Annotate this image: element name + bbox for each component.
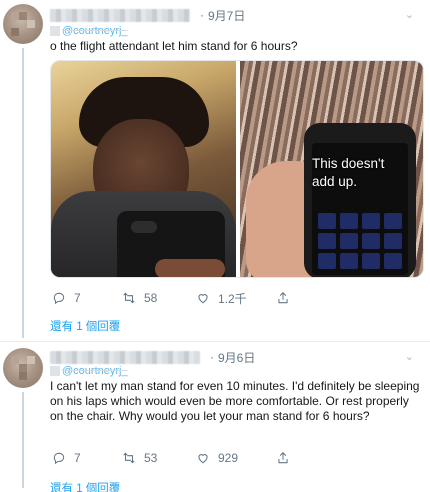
like-button[interactable]: 1.2千 — [196, 290, 247, 307]
photo-phone-camera — [131, 221, 157, 233]
calc-key — [318, 233, 336, 249]
chevron-down-icon[interactable]: ⌄ — [405, 8, 414, 21]
reply-count: 7 — [74, 451, 81, 465]
like-button[interactable]: 929 — [196, 451, 238, 465]
retweet-icon — [123, 452, 135, 464]
reply-count: 7 — [74, 291, 81, 305]
blurred-handle-prefix — [50, 26, 60, 36]
avatar[interactable] — [3, 4, 43, 44]
blurred-handle-prefix — [50, 366, 60, 376]
retweet-button[interactable]: 53 — [122, 451, 157, 465]
tweet-date[interactable]: 9月7日 — [208, 7, 245, 24]
tweet[interactable]: · 9月7日 ⌄ @courtneyrj_ o the flight atten… — [0, 0, 430, 342]
chevron-down-icon[interactable]: ⌄ — [405, 350, 414, 363]
media-photo-selfie[interactable] — [51, 61, 236, 277]
tweet-text: I can't let my man stand for even 10 min… — [50, 379, 420, 423]
replying-to-handle[interactable]: @courtneyrj_ — [62, 365, 128, 377]
meme-caption: This doesn't add up. — [312, 156, 385, 189]
calc-key — [340, 233, 358, 249]
thread-line — [22, 48, 24, 338]
retweet-count: 58 — [144, 291, 158, 305]
media-photo-calculator[interactable]: This doesn't add up. — [240, 61, 423, 277]
separator-dot: · — [210, 350, 214, 364]
calc-key — [384, 253, 402, 269]
retweet-count: 53 — [144, 451, 158, 465]
share-button[interactable] — [276, 291, 298, 305]
reply-button[interactable]: 7 — [52, 291, 81, 305]
calc-key — [340, 213, 358, 229]
media-grid[interactable]: This doesn't add up. — [50, 60, 424, 278]
tweet-date[interactable]: 9月6日 — [218, 349, 255, 366]
calc-key — [340, 253, 358, 269]
show-more-replies-link[interactable]: 還有 1 個回覆 — [50, 318, 120, 334]
heart-icon — [198, 294, 208, 304]
blurred-name[interactable] — [50, 350, 200, 364]
reply-icon — [53, 292, 65, 305]
reply-button[interactable]: 7 — [52, 451, 81, 465]
blurred-name[interactable] — [50, 8, 190, 22]
photo-hand — [155, 259, 225, 277]
calc-key — [318, 253, 336, 269]
tweet-actions: 7 53 929 — [50, 450, 420, 466]
replying-to-handle[interactable]: @courtneyrj_ — [62, 25, 128, 37]
calc-key — [318, 213, 336, 229]
handle-row: @courtneyrj_ — [50, 24, 128, 38]
calc-key — [384, 233, 402, 249]
tweet-text: o the flight attendant let him stand for… — [50, 39, 298, 53]
thread-line — [22, 392, 24, 488]
tweet-content: · 9月6日 ⌄ @courtneyrj_ I can't let my man… — [50, 342, 424, 492]
reply-icon — [53, 452, 65, 465]
retweet-button[interactable]: 58 — [122, 291, 157, 305]
tweet[interactable]: · 9月6日 ⌄ @courtneyrj_ I can't let my man… — [0, 342, 430, 492]
photo-phone: This doesn't add up. — [304, 123, 416, 277]
avatar[interactable] — [3, 348, 43, 388]
tweet-actions: 7 58 1.2千 — [50, 290, 420, 306]
calc-key — [362, 213, 380, 229]
share-button[interactable] — [276, 451, 298, 465]
tweet-content: · 9月7日 ⌄ @courtneyrj_ o the flight atten… — [50, 0, 424, 342]
calc-key — [362, 253, 380, 269]
handle-row: @courtneyrj_ — [50, 364, 128, 378]
retweet-icon — [123, 292, 135, 304]
like-count: 929 — [218, 451, 239, 465]
calc-key — [362, 233, 380, 249]
share-icon — [278, 292, 288, 304]
share-icon — [278, 452, 288, 464]
show-more-replies-link[interactable]: 還有 1 個回覆 — [50, 480, 120, 492]
heart-icon — [198, 454, 208, 464]
separator-dot: · — [200, 8, 204, 22]
like-count: 1.2千 — [218, 291, 247, 306]
calc-key — [384, 213, 402, 229]
tweet-header: · 9月7日 — [50, 4, 245, 26]
